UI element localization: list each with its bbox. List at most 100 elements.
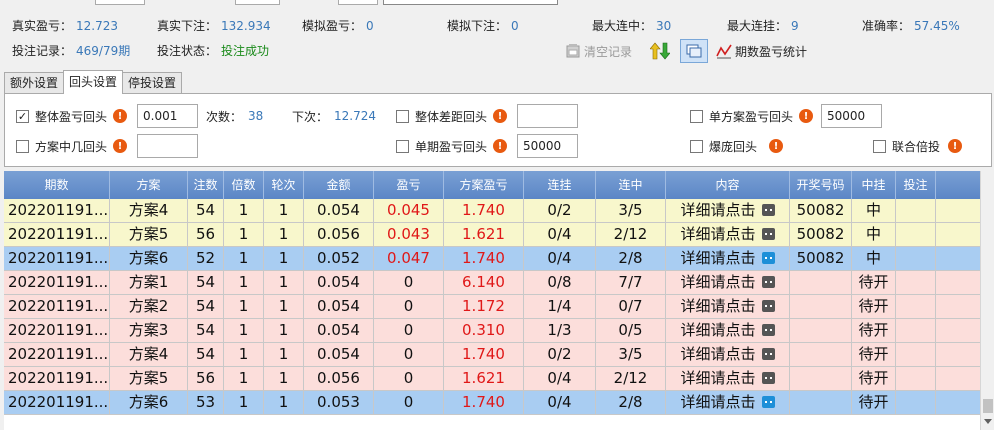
cell-content[interactable]: 详细请点击 <box>666 271 790 294</box>
column-header-round[interactable]: 轮次 <box>264 171 304 199</box>
column-header-profit-loss[interactable]: 盈亏 <box>374 171 444 199</box>
checkbox-box[interactable] <box>690 139 703 153</box>
column-header-draw-number[interactable]: 开奖号码 <box>790 171 852 199</box>
bust-back-checkbox[interactable]: 爆庞回头 ! <box>690 134 784 158</box>
vertical-scrollbar[interactable] <box>980 171 994 430</box>
more-options-icon[interactable] <box>761 396 775 408</box>
more-options-icon[interactable] <box>761 204 775 216</box>
more-options-icon[interactable] <box>761 300 775 312</box>
cell-result: 待开 <box>852 319 896 342</box>
top-control[interactable] <box>383 0 558 5</box>
tab-stop-settings[interactable]: 停投设置 <box>122 72 183 94</box>
clear-records-button[interactable]: 清空记录 <box>565 38 632 64</box>
total-gap-back-checkbox[interactable]: 整体差距回头 ! <box>396 104 508 128</box>
scroll-down-arrow-icon[interactable] <box>984 419 992 424</box>
checkbox-box[interactable] <box>690 109 703 123</box>
checkbox-box[interactable] <box>396 109 409 123</box>
column-header-consecutive-miss[interactable]: 连挂 <box>524 171 596 199</box>
table-row[interactable]: 202201191... 方案5 56 1 1 0.056 0 1.621 0/4 2/12 详细请… <box>4 367 980 391</box>
checkbox-box[interactable] <box>16 139 29 153</box>
tab-back-settings[interactable]: 回头设置 <box>63 70 124 94</box>
cell-content[interactable]: 详细请点击 <box>666 199 790 222</box>
column-header-content[interactable]: 内容 <box>666 171 790 199</box>
table-row[interactable]: 202201191... 方案5 56 1 1 0.056 0.043 1.621 0/4 2/1… <box>4 223 980 247</box>
window-toggle-button[interactable] <box>680 39 708 63</box>
column-header-plan-profit-loss[interactable]: 方案盈亏 <box>444 171 524 199</box>
cell-content[interactable]: 详细请点击 <box>666 391 790 414</box>
column-header-amount[interactable]: 金额 <box>304 171 374 199</box>
joint-multiplier-checkbox[interactable]: 联合倍投 ! <box>873 134 963 158</box>
cell-consecutive-hit: 2/12 <box>596 223 666 246</box>
total-pl-back-checkbox[interactable]: ✓ 整体盈亏回头 ! <box>16 104 128 128</box>
cell-content[interactable]: 详细请点击 <box>666 295 790 318</box>
detail-link[interactable]: 详细请点击 <box>680 249 755 267</box>
detail-link[interactable]: 详细请点击 <box>680 321 755 339</box>
cell-content[interactable]: 详细请点击 <box>666 223 790 246</box>
column-header-result[interactable]: 中挂 <box>852 171 896 199</box>
plan-hit-back-input[interactable] <box>137 134 198 158</box>
more-options-icon[interactable] <box>761 324 775 336</box>
cell-profit-loss: 0 <box>374 367 444 390</box>
detail-link[interactable]: 详细请点击 <box>680 273 755 291</box>
column-header-bets[interactable]: 注数 <box>188 171 224 199</box>
plan-hit-back-checkbox[interactable]: 方案中几回头 ! <box>16 134 128 158</box>
cell-bet <box>896 223 936 246</box>
cell-consecutive-hit: 2/8 <box>596 247 666 270</box>
cell-bets: 53 <box>188 391 224 414</box>
cell-bet <box>896 319 936 342</box>
cell-period: 202201191... <box>4 295 110 318</box>
table-row[interactable]: 202201191... 方案6 52 1 1 0.052 0.047 1.740 0/4 2/8… <box>4 247 980 271</box>
cell-amount: 0.054 <box>304 343 374 366</box>
table-row[interactable]: 202201191... 方案6 53 1 1 0.053 0 1.740 0/4 2/8 详细请点… <box>4 391 980 415</box>
cell-round: 1 <box>264 391 304 414</box>
checkbox-box[interactable]: ✓ <box>16 109 29 123</box>
top-control[interactable] <box>95 0 145 5</box>
cell-period: 202201191... <box>4 223 110 246</box>
total-gap-back-input[interactable] <box>517 104 578 128</box>
cell-content[interactable]: 详细请点击 <box>666 319 790 342</box>
cell-plan-profit-loss: 6.140 <box>444 271 524 294</box>
detail-link[interactable]: 详细请点击 <box>680 393 755 411</box>
cell-plan: 方案2 <box>110 295 188 318</box>
more-options-icon[interactable] <box>761 228 775 240</box>
more-options-icon[interactable] <box>761 348 775 360</box>
column-header-period[interactable]: 期数 <box>4 171 110 199</box>
single-period-back-input[interactable]: 50000 <box>517 134 578 158</box>
cell-content[interactable]: 详细请点击 <box>666 247 790 270</box>
top-control[interactable] <box>235 0 280 5</box>
cell-profit-loss: 0.043 <box>374 223 444 246</box>
table-row[interactable]: 202201191... 方案3 54 1 1 0.054 0 0.310 1/3 0/5 详细请点… <box>4 319 980 343</box>
detail-link[interactable]: 详细请点击 <box>680 345 755 363</box>
column-header-plan[interactable]: 方案 <box>110 171 188 199</box>
tab-extra-settings[interactable]: 额外设置 <box>4 72 65 94</box>
detail-link[interactable]: 详细请点击 <box>680 201 755 219</box>
table-row[interactable]: 202201191... 方案2 54 1 1 0.054 0 1.172 1/4 0/7 详细请点… <box>4 295 980 319</box>
single-period-back-checkbox[interactable]: 单期盈亏回头 ! <box>396 134 508 158</box>
detail-link[interactable]: 详细请点击 <box>680 297 755 315</box>
detail-link[interactable]: 详细请点击 <box>680 225 755 243</box>
column-header-consecutive-hit[interactable]: 连中 <box>596 171 666 199</box>
table-row[interactable]: 202201191... 方案4 54 1 1 0.054 0.045 1.740 0/2 3/5… <box>4 199 980 223</box>
detail-link[interactable]: 详细请点击 <box>680 369 755 387</box>
checkbox-box[interactable] <box>396 139 409 153</box>
more-options-icon[interactable] <box>761 372 775 384</box>
cell-draw-number: 50082 <box>790 223 852 246</box>
table-row[interactable]: 202201191... 方案1 54 1 1 0.054 0 6.140 0/8 7/7 详细请点… <box>4 271 980 295</box>
top-control[interactable] <box>338 0 378 5</box>
more-options-icon[interactable] <box>761 252 775 264</box>
single-plan-back-checkbox[interactable]: 单方案盈亏回头 ! <box>690 104 814 128</box>
cell-content[interactable]: 详细请点击 <box>666 343 790 366</box>
checkbox-box[interactable] <box>873 139 886 153</box>
single-plan-back-input[interactable]: 50000 <box>821 104 882 128</box>
column-header-bet[interactable]: 投注 <box>896 171 936 199</box>
cell-consecutive-miss: 0/2 <box>524 199 596 222</box>
cell-content[interactable]: 详细请点击 <box>666 367 790 390</box>
total-pl-back-input[interactable]: 0.001 <box>137 104 198 128</box>
sort-arrows-button[interactable] <box>650 38 670 64</box>
scrollbar-thumb[interactable] <box>983 399 993 413</box>
more-options-icon[interactable] <box>761 276 775 288</box>
cell-multiplier: 1 <box>224 367 264 390</box>
period-stats-button[interactable]: 期数盈亏统计 <box>716 38 807 64</box>
table-row[interactable]: 202201191... 方案4 54 1 1 0.054 0 1.740 0/2 3/5 详细请点… <box>4 343 980 367</box>
column-header-multiplier[interactable]: 倍数 <box>224 171 264 199</box>
